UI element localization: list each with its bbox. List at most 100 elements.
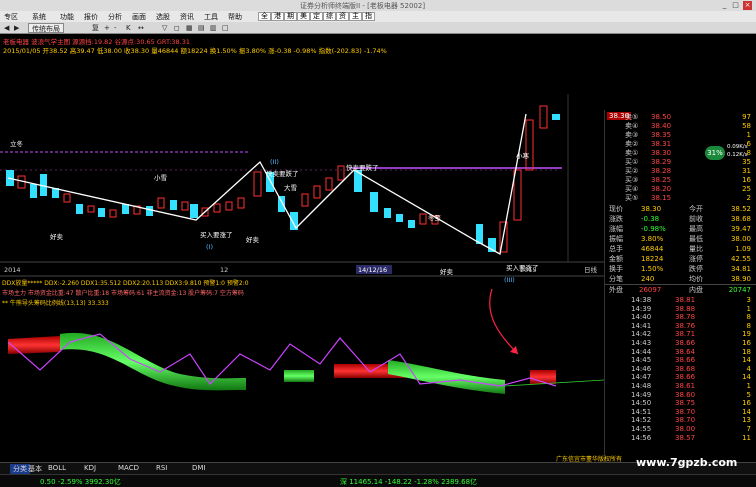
tab-rsi[interactable]: RSI — [156, 464, 167, 472]
menu-item-tools[interactable]: 工具 — [204, 12, 218, 22]
tab-macd[interactable]: MACD — [118, 464, 139, 472]
tool-zoom-out[interactable]: - — [114, 23, 117, 33]
ribbon-green-1 — [60, 332, 246, 391]
chart-area[interactable]: 立冬 小雪 大雪 冬至 小寒 快卖要跌了 快卖要跌了 买入要涨了 买入要涨了 好… — [0, 34, 605, 462]
market-box-main[interactable]: 主 — [349, 12, 362, 21]
menu-item-system[interactable]: 系统 — [32, 12, 46, 22]
outer-label: 外盘 — [609, 286, 623, 294]
stats-value: 38.52 — [730, 205, 751, 213]
candle — [190, 204, 198, 218]
tab-boll[interactable]: BOLL — [48, 464, 66, 472]
date-label-cursor: 14/12/16 — [358, 266, 387, 274]
market-box-index[interactable]: 指 — [362, 12, 375, 21]
market-box-hk[interactable]: 港 — [271, 12, 284, 21]
sub-indicator-title: DDX放量***** DDX:-2.260 DDX1:35.512 DDX2:2… — [2, 279, 249, 287]
menu-item-quote[interactable]: 报价 — [84, 12, 98, 22]
stats-value: 38.30 — [641, 205, 662, 213]
tool-frame[interactable]: □ — [222, 23, 229, 33]
candle — [146, 206, 153, 216]
candle — [552, 114, 560, 120]
ribbon-green-2 — [284, 370, 314, 382]
candle — [384, 208, 391, 218]
quote-side-panel: 38.30 卖⑤ 38.50 97 卖④ 38.40 58 卖③ 38.35 1 卖② 38.31 6… — [604, 110, 756, 462]
stats-label: 前收 — [689, 215, 703, 223]
candle — [30, 184, 37, 198]
menu-item-analysis[interactable]: 分析 — [108, 12, 122, 22]
candle — [157, 197, 165, 209]
tab-dmi[interactable]: DMI — [192, 464, 206, 472]
stats-value: 38.68 — [730, 215, 751, 223]
stats-label: 跌停 — [689, 265, 703, 273]
kline-chart-svg: 立冬 小雪 大雪 冬至 小寒 快卖要跌了 快卖要跌了 买入要涨了 买入要涨了 好… — [0, 94, 605, 394]
candle — [98, 208, 105, 217]
annotation-daxue: 大雪 — [284, 183, 297, 192]
tool-cross[interactable]: ↔ — [138, 23, 144, 33]
candles — [6, 105, 560, 253]
tool-panel[interactable]: ▥ — [210, 23, 217, 33]
tool-window[interactable]: ◻ — [174, 23, 180, 33]
annotation-dongzhi: 冬至 — [428, 213, 442, 222]
upload-speed: 0.09K/s — [727, 144, 748, 150]
stats-label: 分笔 — [609, 275, 623, 283]
stats-value: 240 — [641, 275, 655, 283]
tool-kline[interactable]: K — [126, 23, 131, 33]
stats-value: 39.47 — [730, 225, 751, 233]
stats-label: 今开 — [689, 205, 703, 213]
tab-category[interactable]: 分类 — [10, 464, 30, 474]
stats-row: 总手 46844 量比 1.09 — [605, 244, 756, 254]
market-box-all[interactable]: 全 — [258, 12, 271, 21]
market-box-fixed[interactable]: 定 — [310, 12, 323, 21]
stats-value: -0.98% — [641, 225, 666, 233]
date-label-2014: 2014 — [4, 266, 21, 274]
candle — [370, 192, 378, 212]
sub-indicator-line2: 市场主力 市场资金比重:47 散户比重:18 市场筹码:61 非主流资金:13 … — [2, 289, 244, 297]
tool-filter[interactable]: ▽ — [162, 23, 167, 33]
back-button[interactable]: ◀ — [4, 23, 9, 33]
date-label-12: 12 — [220, 266, 228, 274]
close-button[interactable]: × — [743, 1, 752, 10]
menu-item-select[interactable]: 选股 — [156, 12, 170, 22]
period-label: 日线 — [584, 265, 598, 274]
layout-selector[interactable]: 传统布局 — [28, 23, 64, 33]
menu-item-zone[interactable]: 专区 — [4, 12, 18, 22]
title-bar: 证券分析师终端版II - [老板电器 52002] _ □ × — [0, 0, 756, 11]
outer-inner-row: 外盘 26097 内盘 20747 — [605, 284, 756, 294]
stats-value: 42.55 — [730, 255, 751, 263]
stats-label: 最低 — [689, 235, 703, 243]
candle — [237, 197, 245, 209]
annotation-sell-2: 快卖要跌了 — [346, 163, 379, 172]
market-box-us[interactable]: 美 — [297, 12, 310, 21]
tool-zoom-in[interactable]: + — [104, 23, 110, 33]
market-box-composite[interactable]: 综 — [323, 12, 336, 21]
forward-button[interactable]: ▶ — [14, 23, 19, 33]
tick-row: 14:56 38.57 11 — [605, 433, 756, 443]
stats-row: 分笔 240 均价 38.90 — [605, 274, 756, 284]
status-bar: 0.50 -2.59% 3992.30亿 深 11465.14 -148.22 … — [0, 474, 756, 487]
candle — [87, 205, 95, 213]
annotation-buy-1: 买入要涨了 — [200, 230, 233, 239]
tick-time: 14:56 — [631, 433, 652, 442]
tool-list[interactable]: ▤ — [198, 23, 205, 33]
menu-item-screen[interactable]: 画面 — [132, 12, 146, 22]
annotation-xiaohan: 小寒 — [516, 151, 530, 160]
candle — [109, 209, 117, 218]
market-box-futures[interactable]: 期 — [284, 12, 297, 21]
tool-restore[interactable]: 复 — [92, 23, 99, 33]
candle — [278, 196, 285, 212]
tab-kdj[interactable]: KDJ — [84, 464, 96, 472]
menu-item-function[interactable]: 功能 — [60, 12, 74, 22]
stats-label: 振幅 — [609, 235, 623, 243]
menu-item-news[interactable]: 资讯 — [180, 12, 194, 22]
market-box-fund[interactable]: 资 — [336, 12, 349, 21]
maximize-button[interactable]: □ — [731, 1, 740, 10]
outer-value: 26097 — [639, 286, 662, 294]
stats-row: 金额 18224 涨停 42.55 — [605, 254, 756, 264]
minimize-button[interactable]: _ — [720, 1, 729, 10]
tool-grid[interactable]: ▦ — [186, 23, 193, 33]
net-speed-badge: 31% — [705, 146, 725, 160]
tab-basic[interactable]: 基本 — [28, 464, 42, 474]
order-book-label: 买⑤ — [625, 194, 639, 202]
menu-item-help[interactable]: 帮助 — [228, 12, 242, 22]
annotation-good-sell-2: 好卖 — [246, 235, 260, 244]
candle — [76, 204, 83, 214]
